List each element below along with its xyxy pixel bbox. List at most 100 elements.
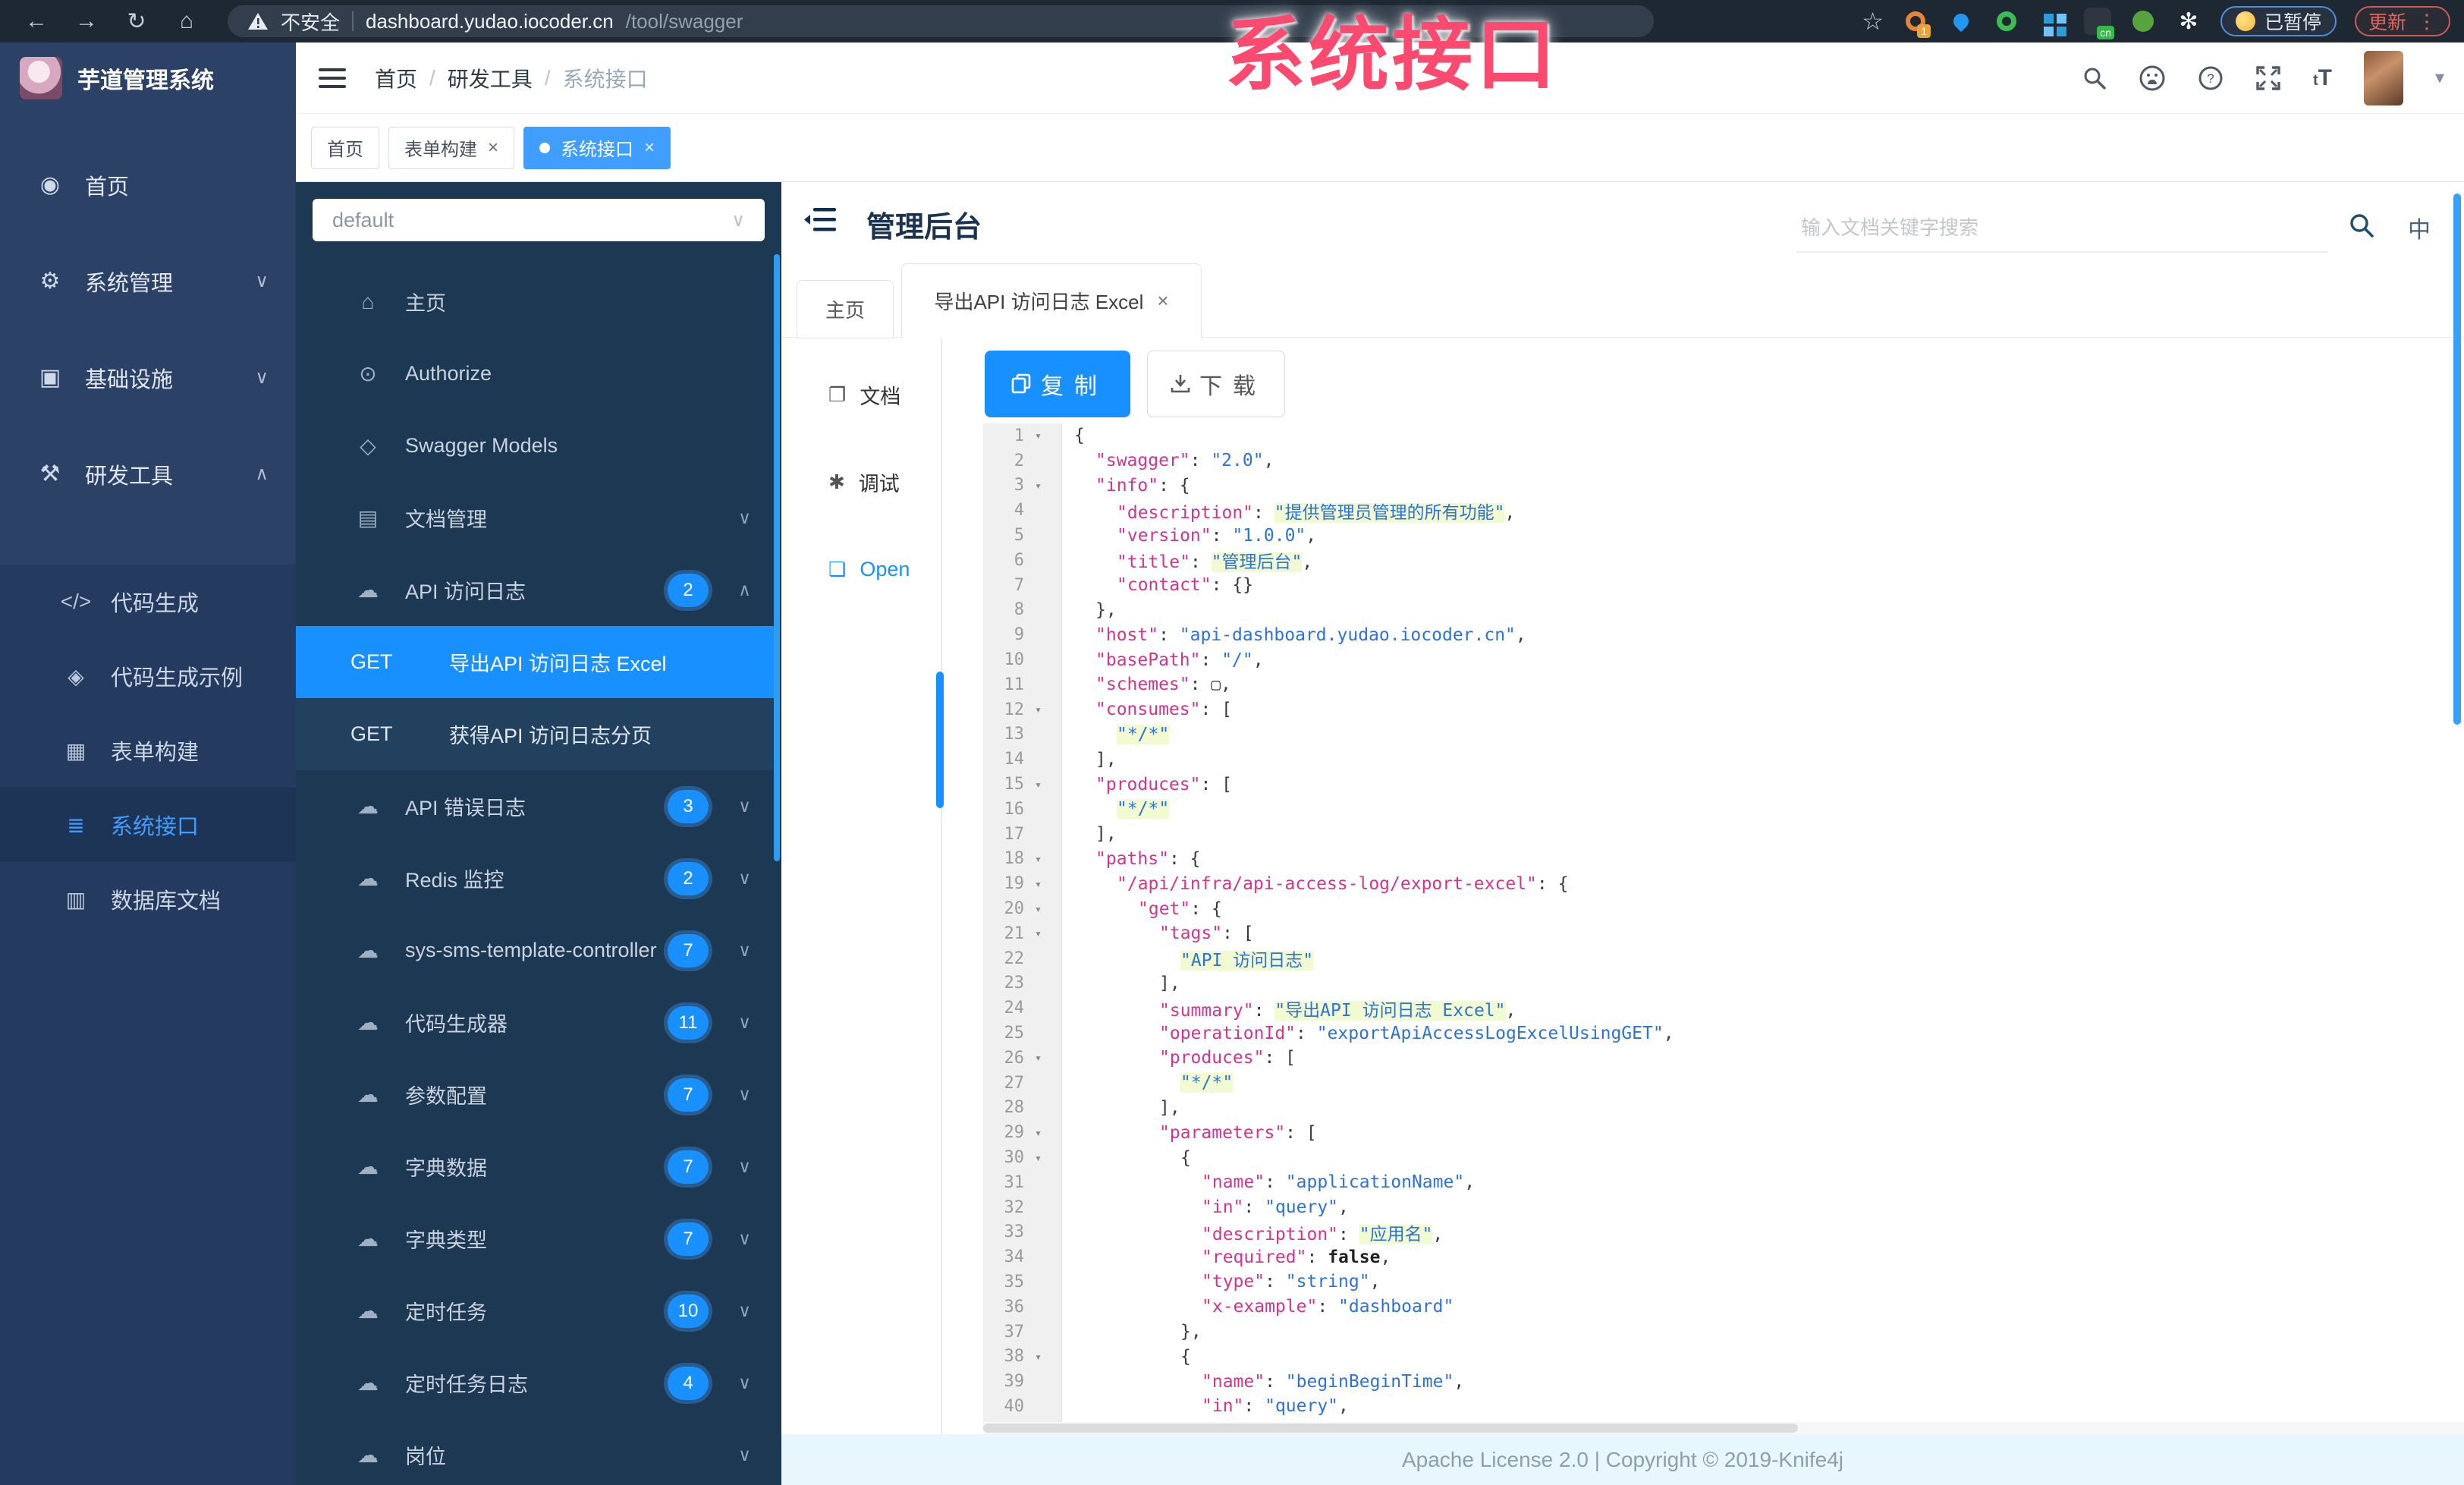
copy-button[interactable]: 复制 [985,351,1130,417]
chevron-icon[interactable]: ∨ [738,1084,751,1105]
help-icon[interactable]: ? [2198,65,2224,91]
breadcrumb-item[interactable]: 研发工具 [448,63,533,93]
swagger-item-主页[interactable]: ⌂主页 [296,266,774,338]
sidebar-item-codegen[interactable]: </>代码生成 [0,565,296,639]
browser-reload-button[interactable]: ↻ [123,8,150,35]
fold-arrow-icon[interactable]: ▾ [1030,1151,1062,1165]
chevron-icon[interactable]: ∨ [738,1156,751,1177]
browser-update-button[interactable]: 更新 ⋮ [2355,6,2450,36]
doc-menu-debug[interactable]: ✱调试 [781,459,941,505]
tag-表单构建[interactable]: 表单构建× [388,127,514,169]
green-circle-extension-icon[interactable] [1993,8,2020,35]
fold-arrow-icon[interactable]: ▾ [1030,429,1062,442]
swagger-item-代码生成器[interactable]: ☁代码生成器11∨ [296,986,774,1059]
app-logo[interactable]: 芋道管理系统 [0,42,296,114]
pin-extension-icon[interactable] [1947,8,1975,35]
endpoint-获得API 访问日志分页[interactable]: GET获得API 访问日志分页 [296,698,774,770]
browser-back-button[interactable]: ← [23,8,50,34]
browser-home-button[interactable]: ⌂ [173,8,200,34]
fold-arrow-icon[interactable]: ▾ [1030,927,1062,940]
horizontal-scrollbar[interactable] [983,1422,2464,1434]
chevron-icon[interactable]: ∨ [738,508,751,528]
chevron-icon[interactable]: ∨ [738,796,751,816]
doc-menu-open[interactable]: ❏Open [781,546,941,592]
code-editor[interactable]: 1▾{2"swagger": "2.0",3▾"info": {4"descri… [983,423,2464,1434]
horizontal-scrollbar-thumb[interactable] [983,1424,1798,1433]
chevron-icon[interactable]: ∨ [738,940,751,961]
chevron-icon[interactable]: ∨ [738,868,751,889]
swagger-item-API 访问日志[interactable]: ☁API 访问日志2∧ [296,554,774,626]
fold-arrow-icon[interactable]: ▾ [1030,902,1062,916]
search-icon[interactable] [2349,212,2374,238]
language-icon[interactable]: 中 [2408,211,2431,244]
swagger-item-定时任务[interactable]: ☁定时任务10∨ [296,1275,774,1347]
swagger-item-字典类型[interactable]: ☁字典类型7∨ [296,1203,774,1275]
camera-extension-icon[interactable]: 1 [1902,8,1929,35]
page-scrollbar-thumb[interactable] [2453,193,2461,725]
sidebar-item-form-builder[interactable]: ▦表单构建 [0,713,296,788]
swagger-item-定时任务日志[interactable]: ☁定时任务日志4∨ [296,1347,774,1419]
search-icon[interactable] [2082,66,2107,90]
swagger-item-Swagger Models[interactable]: ◇Swagger Models [296,410,774,482]
swagger-item-岗位[interactable]: ☁岗位∨ [296,1419,774,1485]
swagger-item-文档管理[interactable]: ▤文档管理∨ [296,482,774,554]
chevron-icon[interactable]: ∧ [738,580,751,600]
sidebar-item-system-api[interactable]: ≣系统接口 [0,788,296,862]
hamburger-icon[interactable] [319,67,346,90]
sidebar-item-infra[interactable]: ▣基础设施∨ [0,329,296,426]
swagger-item-sys-sms-template-controller[interactable]: ☁sys-sms-template-controller7∨ [296,914,774,986]
fold-arrow-icon[interactable]: ▾ [1030,778,1062,791]
swagger-item-API 错误日志[interactable]: ☁API 错误日志3∨ [296,770,774,842]
sidebar-item-home[interactable]: ◉首页 [0,137,296,233]
fold-arrow-icon[interactable]: ▾ [1030,1350,1062,1364]
grid-extension-icon[interactable] [2038,8,2066,35]
fold-arrow-icon[interactable]: ▾ [1030,1126,1062,1140]
tag-首页[interactable]: 首页 [311,127,379,169]
group-select[interactable]: default ∨ [313,199,765,241]
chevron-down-icon[interactable]: ▾ [2435,67,2444,89]
chevron-icon[interactable]: ∨ [738,1229,751,1249]
flower-extension-icon[interactable]: ✻ [2175,8,2202,35]
bookmark-star-icon[interactable]: ☆ [1862,7,1884,36]
swagger-item-字典数据[interactable]: ☁字典数据7∨ [296,1131,774,1203]
fold-arrow-icon[interactable]: ▾ [1030,479,1062,492]
breadcrumb-item[interactable]: 首页 [375,63,417,93]
fold-arrow-icon[interactable]: ▾ [1030,877,1062,891]
doc-search-input[interactable]: 输入文档关键字搜索 [1796,208,2327,253]
close-icon[interactable]: × [1157,289,1168,313]
breadcrumb-item[interactable]: 系统接口 [563,63,648,93]
github-icon[interactable] [2139,64,2166,92]
close-icon[interactable]: × [644,137,655,159]
collapse-menu-icon[interactable] [804,206,838,234]
endpoint-导出API 访问日志 Excel[interactable]: GET导出API 访问日志 Excel [296,626,774,698]
sidebar-item-db-doc[interactable]: ▥数据库文档 [0,862,296,936]
fold-arrow-icon[interactable]: ▾ [1030,1051,1062,1065]
chevron-icon[interactable]: ∨ [738,1012,751,1033]
sidebar-item-codegen-example[interactable]: ◈代码生成示例 [0,639,296,713]
paused-extension-button[interactable]: 已暂停 [2220,6,2337,36]
sidebar-item-devtool[interactable]: ⚒研发工具∧ [0,426,296,522]
close-icon[interactable]: × [488,137,498,159]
font-size-icon[interactable]: tT [2313,65,2332,91]
swagger-item-Authorize[interactable]: ⊙Authorize [296,338,774,410]
sidebar-item-system[interactable]: ⚙系统管理∨ [0,233,296,329]
tab-主页[interactable]: 主页 [797,280,894,338]
tag-系统接口[interactable]: 系统接口× [523,127,671,169]
browser-menu-dots-icon[interactable]: ⋮ [2417,10,2437,33]
tab-导出API 访问日志 Excel[interactable]: 导出API 访问日志 Excel× [901,263,1202,338]
browser-forward-button[interactable]: → [73,8,100,34]
doc-menu-doc[interactable]: ❐文档 [781,372,941,417]
fullscreen-icon[interactable] [2255,65,2281,91]
swagger-scrollbar-thumb[interactable] [774,254,780,861]
avatar[interactable] [2364,51,2403,105]
chevron-icon[interactable]: ∨ [738,1373,751,1393]
chevron-icon[interactable]: ∨ [738,1445,751,1465]
fold-arrow-icon[interactable]: ▾ [1030,703,1062,716]
fold-arrow-icon[interactable]: ▾ [1030,852,1062,866]
download-button[interactable]: 下载 [1147,351,1285,417]
green-monkey-extension-icon[interactable] [2129,8,2157,35]
swagger-item-Redis 监控[interactable]: ☁Redis 监控2∨ [296,842,774,914]
cn-translate-extension-icon[interactable]: cn [2084,8,2111,35]
swagger-item-参数配置[interactable]: ☁参数配置7∨ [296,1059,774,1131]
chevron-icon[interactable]: ∨ [738,1301,751,1321]
